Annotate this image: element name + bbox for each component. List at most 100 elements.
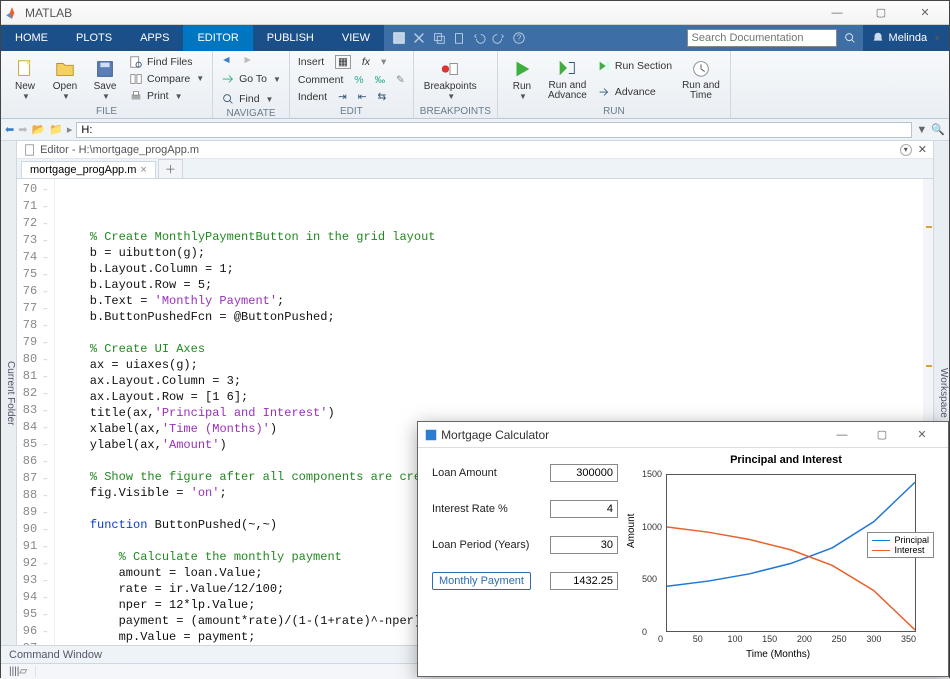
ribbon-group-file: FILE (7, 105, 206, 118)
compare-icon (129, 72, 143, 86)
document-icon (23, 143, 37, 157)
new-tab-button[interactable]: ＋ (158, 159, 183, 178)
editor-panel-title: Editor - H:\mortgage_progApp.m ▾ ✕ (17, 141, 933, 159)
popup-maximize-button[interactable]: ▢ (862, 425, 902, 445)
find-files-button[interactable]: Find Files (127, 54, 206, 70)
path-sep-icon: ▸ (67, 123, 73, 136)
path-field[interactable]: H: (76, 122, 912, 138)
path-search-icon[interactable]: 🔍 (931, 123, 945, 136)
advance-button[interactable]: Advance (595, 84, 674, 100)
tab-view[interactable]: VIEW (328, 25, 384, 51)
comment-button[interactable]: Comment % ‰ ✎ (296, 73, 407, 87)
save-icon[interactable] (392, 31, 406, 45)
open-button[interactable]: Open▼ (47, 53, 83, 105)
clock-icon (690, 57, 712, 79)
monthly-payment-button[interactable]: Monthly Payment (432, 572, 531, 590)
ribbon-group-run: RUN (504, 105, 724, 118)
popup-minimize-button[interactable]: — (822, 425, 862, 445)
print-icon (129, 89, 143, 103)
current-folder-panel-tab[interactable]: Current Folder (1, 141, 17, 645)
print-button[interactable]: Print▼ (127, 88, 206, 104)
mortgage-calculator-window: Mortgage Calculator — ▢ ✕ Loan Amount In… (417, 421, 949, 677)
chart-ylabel: Amount (626, 514, 637, 548)
run-section-icon (597, 59, 611, 73)
editor-file-tabs: mortgage_progApp.m× ＋ (17, 159, 933, 179)
ribbon-group-navigate: NAVIGATE (219, 107, 283, 120)
breakpoints-icon (439, 58, 461, 80)
run-advance-button[interactable]: Run and Advance (544, 53, 591, 105)
ribbon-group-edit: EDIT (296, 105, 407, 118)
nav-back-icon[interactable]: ⬅ (5, 123, 14, 136)
popup-close-button[interactable]: ✕ (902, 425, 942, 445)
svg-text:?: ? (517, 34, 522, 43)
close-button[interactable]: ✕ (905, 3, 945, 23)
play-icon (511, 58, 533, 80)
chart-title: Principal and Interest (628, 454, 944, 466)
loan-period-label: Loan Period (Years) (432, 539, 529, 551)
tab-close-icon[interactable]: × (140, 164, 146, 176)
goto-icon (221, 72, 235, 86)
ribbon: New▼ Open▼ Save▼ Find Files Compare▼ Pri… (1, 51, 949, 119)
run-button[interactable]: Run▼ (504, 53, 540, 105)
user-name: Melinda (889, 32, 928, 44)
monthly-payment-output (550, 572, 618, 590)
find-button[interactable]: Find▼ (219, 91, 283, 107)
user-menu[interactable]: Melinda ▼ (863, 25, 949, 51)
breakpoints-button[interactable]: Breakpoints▼ (420, 53, 481, 105)
tab-publish[interactable]: PUBLISH (253, 25, 328, 51)
redo-icon[interactable] (492, 31, 506, 45)
help-icon[interactable]: ? (512, 31, 526, 45)
main-tabstrip: HOME PLOTS APPS EDITOR PUBLISH VIEW ? Me… (1, 25, 949, 51)
run-time-button[interactable]: Run and Time (678, 53, 724, 105)
run-advance-icon (556, 57, 578, 79)
advance-icon (597, 85, 611, 99)
folder-open-icon (54, 58, 76, 80)
ribbon-group-breakpoints: BREAKPOINTS (420, 105, 491, 118)
tab-home[interactable]: HOME (1, 25, 62, 51)
save-button[interactable]: Save▼ (87, 53, 123, 105)
cut-icon[interactable] (412, 31, 426, 45)
loan-amount-input[interactable] (550, 464, 618, 482)
run-section-button[interactable]: Run Section (595, 58, 674, 74)
new-file-icon (14, 58, 36, 80)
paste-icon[interactable] (452, 31, 466, 45)
chart-xlabel: Time (Months) (746, 649, 810, 660)
quick-access-toolbar: ? (384, 25, 534, 51)
tab-editor[interactable]: EDITOR (183, 25, 252, 51)
bell-icon[interactable] (871, 31, 885, 45)
search-icon[interactable] (843, 31, 857, 45)
find-files-icon (129, 55, 143, 69)
popup-title: Mortgage Calculator (441, 428, 822, 442)
goto-button[interactable]: Go To▼ (219, 71, 283, 87)
path-dropdown-icon[interactable]: ▼ (916, 124, 927, 136)
panel-menu-icon[interactable]: ▾ (900, 144, 912, 156)
search-input[interactable] (687, 29, 837, 47)
file-tab[interactable]: mortgage_progApp.m× (21, 161, 156, 178)
nav-fwd-icon[interactable]: ➡ (18, 123, 27, 136)
chevron-down-icon: ▼ (933, 34, 941, 43)
search-icon (221, 92, 235, 106)
indent-button[interactable]: Indent ⇥ ⇤ ⇆ (296, 90, 407, 104)
tab-apps[interactable]: APPS (126, 25, 183, 51)
loan-period-input[interactable] (550, 536, 618, 554)
panel-close-icon[interactable]: ✕ (918, 143, 927, 156)
status-busy-icon: ||||▱ (1, 666, 36, 677)
tab-plots[interactable]: PLOTS (62, 25, 126, 51)
insert-button[interactable]: Insert ▦ fx ▾ (296, 54, 407, 70)
copy-icon[interactable] (432, 31, 446, 45)
nav-back-button[interactable]: ◄ ► (219, 53, 283, 67)
current-folder-bar: ⬅ ➡ 📂 📁 ▸ H: ▼ 🔍 (1, 119, 949, 141)
compare-button[interactable]: Compare▼ (127, 71, 206, 87)
chart-axes: Amount Time (Months) Principal Interest … (636, 468, 936, 658)
interest-rate-label: Interest Rate % (432, 503, 508, 515)
interest-rate-input[interactable] (550, 500, 618, 518)
minimize-button[interactable]: — (817, 3, 857, 23)
undo-icon[interactable] (472, 31, 486, 45)
folder-icon[interactable]: 📁 (49, 123, 63, 136)
folder-up-icon[interactable]: 📂 (31, 123, 45, 136)
window-titlebar: MATLAB — ▢ ✕ (1, 1, 949, 25)
maximize-button[interactable]: ▢ (861, 3, 901, 23)
app-icon (424, 428, 438, 442)
window-title: MATLAB (25, 6, 817, 20)
new-button[interactable]: New▼ (7, 53, 43, 105)
